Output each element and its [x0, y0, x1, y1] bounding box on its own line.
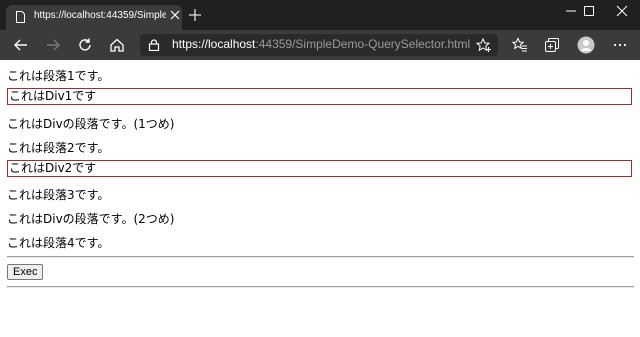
url-text[interactable]: https://localhost:44359/SimpleDemo-Query…	[172, 37, 470, 51]
div-paragraph-2: これはDivの段落です。(2つめ)	[7, 212, 175, 226]
lock-icon[interactable]	[148, 39, 160, 51]
div-2: これはDiv2です	[7, 160, 632, 177]
close-icon[interactable]	[170, 10, 180, 20]
close-window-icon[interactable]	[604, 0, 640, 22]
browser-title-bar: https://localhost:44359/SimpleD	[0, 0, 640, 30]
back-icon[interactable]	[12, 37, 30, 53]
div-1: これはDiv1です	[7, 88, 632, 105]
page-content: これは段落1です。 これはDiv1です これはDivの段落です。(1つめ) これ…	[0, 60, 640, 337]
maximize-icon[interactable]	[572, 0, 606, 22]
star-add-icon[interactable]	[476, 38, 492, 52]
exec-button[interactable]: Exec	[7, 264, 44, 280]
div-paragraph-1: これはDivの段落です。(1つめ)	[7, 117, 175, 131]
url-host: https://localhost	[172, 37, 256, 51]
collections-icon[interactable]	[544, 37, 560, 53]
divider-bottom	[7, 286, 634, 288]
forward-icon[interactable]	[44, 37, 62, 53]
more-icon[interactable]	[612, 37, 628, 53]
paragraph-1: これは段落1です。	[7, 69, 110, 83]
page-icon	[16, 11, 25, 23]
browser-tab[interactable]: https://localhost:44359/SimpleD	[6, 5, 182, 30]
address-toolbar: https://localhost:44359/SimpleDemo-Query…	[0, 30, 640, 60]
divider-top	[7, 256, 634, 258]
profile-icon[interactable]	[577, 36, 595, 54]
url-path: :44359/SimpleDemo-QuerySelector.html	[255, 37, 471, 51]
favorites-icon[interactable]	[512, 37, 528, 53]
reload-icon[interactable]	[76, 37, 94, 53]
tab-title: https://localhost:44359/SimpleD	[34, 10, 166, 21]
paragraph-3: これは段落3です。	[7, 188, 110, 202]
paragraph-2: これは段落2です。	[7, 141, 110, 155]
home-icon[interactable]	[108, 37, 126, 53]
plus-icon[interactable]	[188, 8, 202, 22]
address-bar[interactable]: https://localhost:44359/SimpleDemo-Query…	[140, 34, 498, 56]
paragraph-4: これは段落4です。	[7, 236, 110, 250]
